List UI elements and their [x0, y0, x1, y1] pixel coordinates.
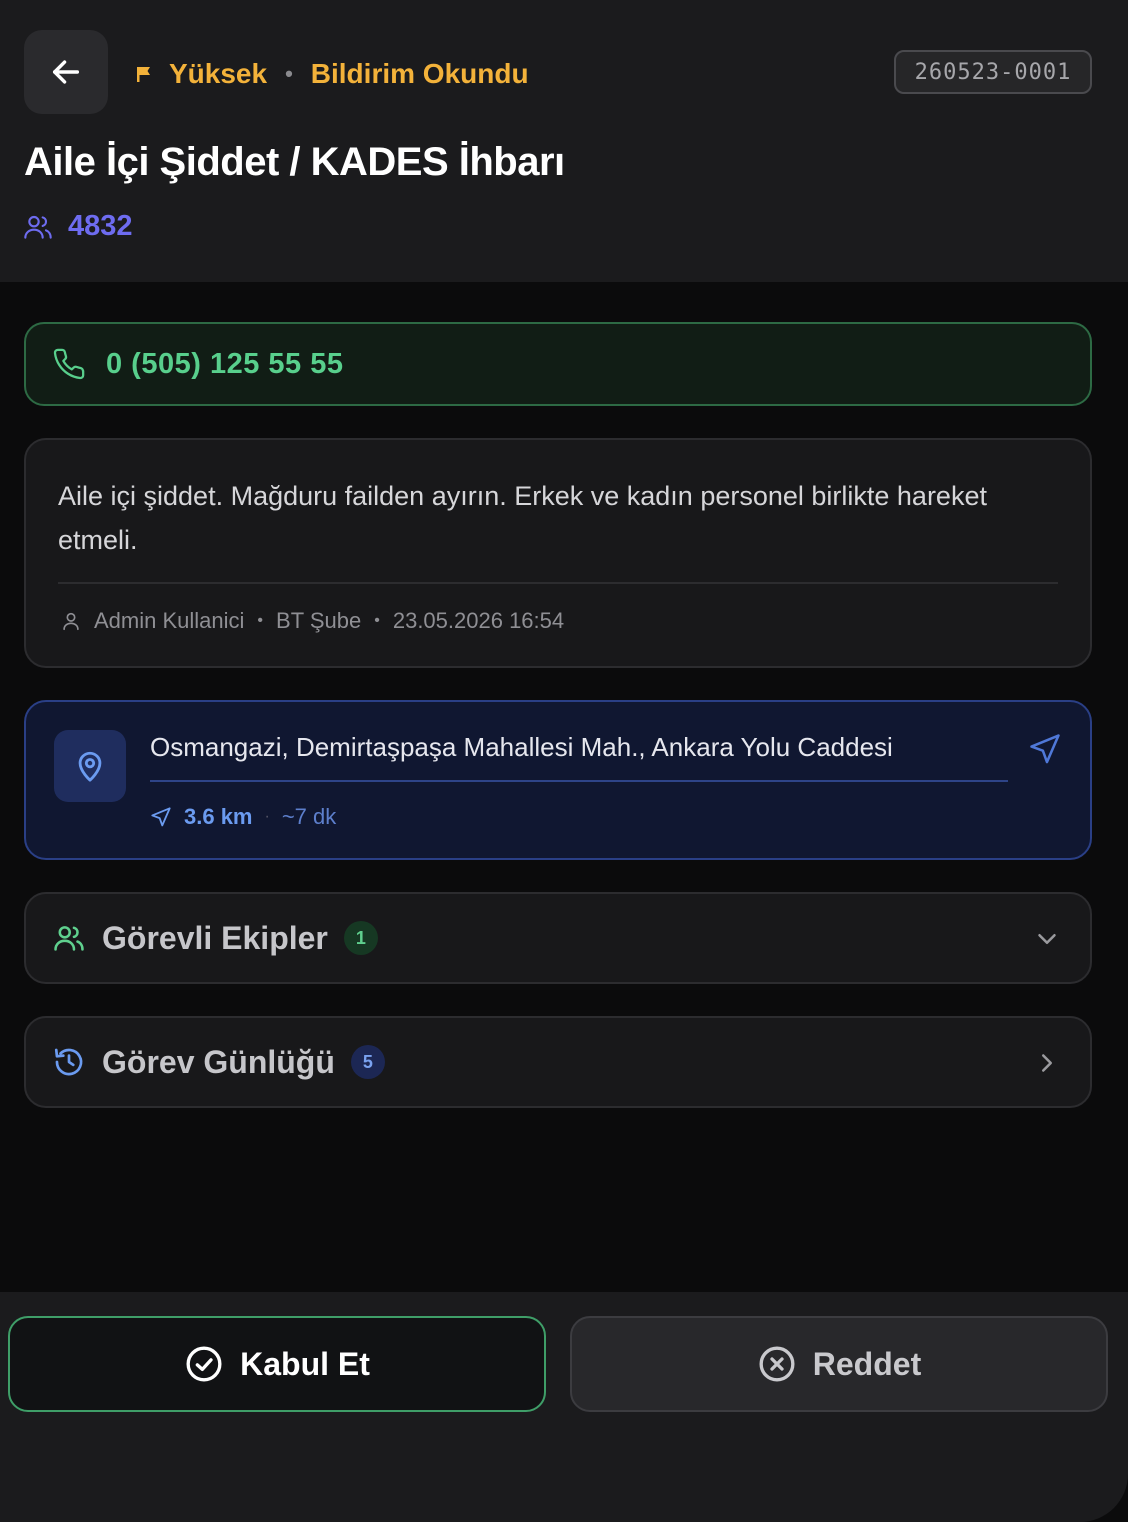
incident-meta: Yüksek • Bildirim Okundu: [134, 54, 529, 94]
count-badge: 5: [350, 1045, 385, 1079]
page-title: Aile İçi Şiddet / KADES İhbarı: [24, 140, 565, 184]
meta-separator: •: [257, 612, 264, 629]
flag-icon: [134, 63, 156, 85]
divider: [150, 780, 1008, 782]
incident-note-card: Aile içi şiddet. Mağduru failden ayırın.…: [24, 438, 1092, 668]
history-icon: [54, 1048, 83, 1076]
chevron-down-icon: [1038, 934, 1056, 944]
location-card[interactable]: Osmangazi, Demirtaşpaşa Mahallesi Mah., …: [24, 700, 1092, 860]
distance-info: 3.6 km · ~7 dk: [150, 800, 336, 834]
note-author: Admin Kullanici: [94, 608, 245, 633]
divider: [58, 582, 1058, 584]
action-bar: Kabul Et Reddet: [0, 1292, 1128, 1522]
phone-number: 0 (505) 125 55 55: [106, 347, 344, 380]
note-meta: Admin Kullanici • BT Şube • 23.05.2026 1…: [60, 604, 564, 638]
accept-label: Kabul Et: [240, 1345, 370, 1382]
section-title: Görev Günlüğü: [102, 1043, 335, 1080]
count-badge: 1: [343, 921, 378, 955]
meta-separator: •: [374, 612, 380, 629]
users-icon: [54, 926, 84, 951]
priority-label: Yüksek: [169, 58, 268, 89]
location-icon-box: [54, 730, 126, 802]
note-datetime: 23.05.2026 16:54: [392, 608, 565, 633]
assigned-teams-section[interactable]: Görevli Ekipler 1: [24, 892, 1092, 984]
map-pin-icon: [78, 751, 102, 782]
navigation-icon: [151, 807, 171, 827]
reject-label: Reddet: [812, 1345, 922, 1382]
meta-separator: •: [285, 61, 293, 86]
incident-note: Aile içi şiddet. Mağduru failden ayırın.…: [58, 481, 987, 555]
location-address: Osmangazi, Demirtaşpaşa Mahallesi Mah., …: [150, 732, 893, 762]
navigate-button[interactable]: [1028, 732, 1062, 771]
arrow-left-icon: [52, 60, 80, 84]
accept-button[interactable]: Kabul Et: [8, 1316, 546, 1412]
user-icon: [63, 612, 79, 631]
section-title: Görevli Ekipler: [102, 919, 328, 956]
distance-value: 3.6 km: [184, 804, 253, 829]
task-log-section[interactable]: Görev Günlüğü 5: [24, 1016, 1092, 1108]
eta-value: ~7 dk: [281, 804, 337, 829]
case-id-badge: 260523-0001: [894, 50, 1092, 94]
x-circle-icon: [759, 1346, 795, 1382]
navigation-icon: [1030, 734, 1060, 764]
reject-button[interactable]: Reddet: [570, 1316, 1108, 1412]
meta-separator: ·: [264, 808, 270, 825]
status-label: Bildirim Okundu: [310, 58, 529, 89]
users-icon: [24, 215, 52, 239]
check-circle-icon: [186, 1346, 222, 1382]
assigned-unit: 4832: [22, 210, 133, 243]
note-department: BT Şube: [276, 608, 362, 633]
phone-icon: [53, 348, 85, 380]
back-button[interactable]: [24, 30, 108, 114]
unit-code: 4832: [68, 210, 133, 242]
phone-card[interactable]: 0 (505) 125 55 55: [24, 322, 1092, 406]
chevron-right-icon: [1042, 1054, 1052, 1072]
incident-header: Yüksek • Bildirim Okundu 260523-0001 Ail…: [0, 0, 1128, 282]
